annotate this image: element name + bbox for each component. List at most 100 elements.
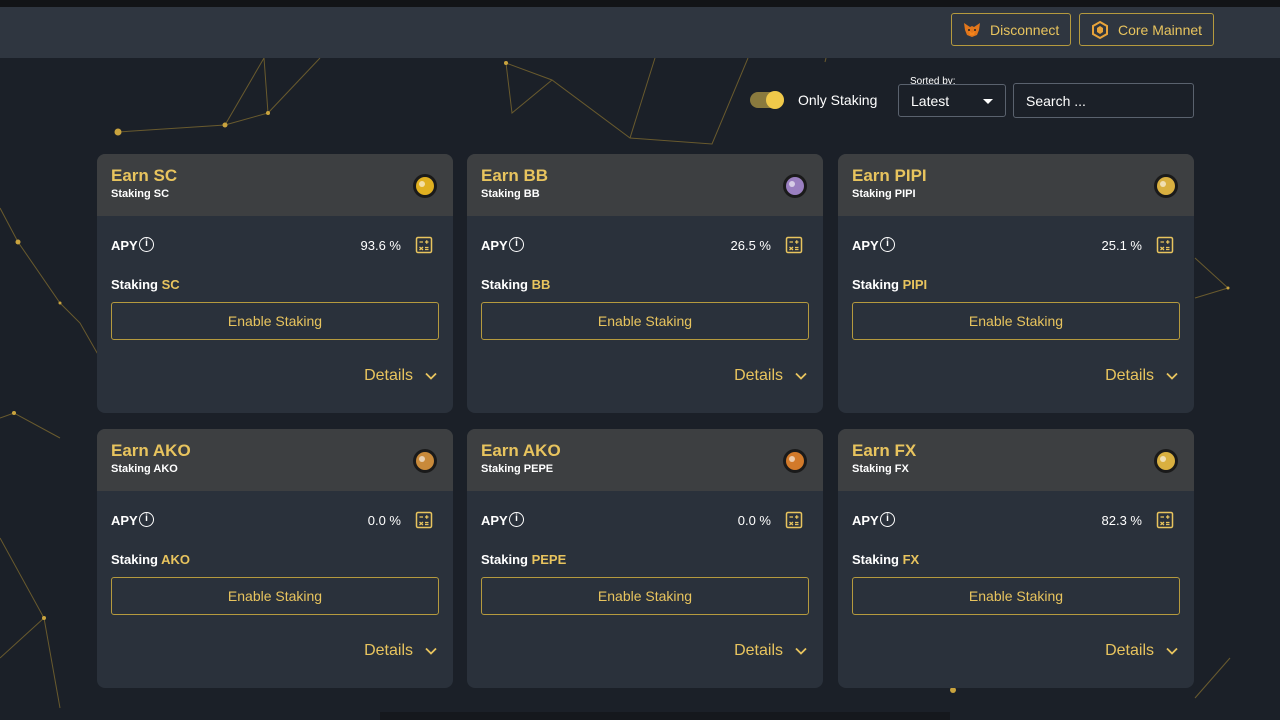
card-title: Earn BB [481,166,549,185]
only-staking-label: Only Staking [798,92,878,108]
calculator-icon[interactable] [415,511,433,529]
enable-staking-button[interactable]: Enable Staking [111,577,439,615]
staking-token-row: Staking BB [481,277,550,292]
ako-token-icon [413,449,437,473]
calculator-icon[interactable] [785,236,803,254]
staking-token: BB [531,277,551,292]
enable-staking-button[interactable]: Enable Staking [852,302,1180,340]
details-label: Details [364,367,413,384]
details-label: Details [1105,642,1154,659]
apy-value: 82.3 % [1101,513,1142,528]
chevron-down-icon [795,647,807,655]
core-network-icon [1092,20,1108,39]
card-title: Earn AKO [111,441,191,460]
details-toggle[interactable]: Details [364,367,437,385]
calculator-icon[interactable] [415,236,433,254]
info-icon[interactable]: i [139,237,154,252]
card-title: Earn SC [111,166,178,185]
chevron-down-icon [1166,647,1178,655]
info-icon[interactable]: i [509,512,524,527]
enable-staking-button[interactable]: Enable Staking [481,302,809,340]
search-input[interactable]: Search ... [1013,83,1194,118]
details-label: Details [734,642,783,659]
disconnect-button[interactable]: Disconnect [951,13,1071,46]
card-subtitle: Staking FX [852,463,909,475]
sort-value: Latest [911,92,950,109]
card-title: Earn AKO [481,441,561,460]
card-title: Earn FX [852,441,917,460]
caret-down-icon [983,99,993,104]
card-subtitle: Staking AKO [111,463,178,475]
details-label: Details [364,642,413,659]
details-toggle[interactable]: Details [1105,367,1178,385]
pool-card: Earn SC Staking SC APY i 93.6 % Staking … [97,154,453,413]
enable-staking-button[interactable]: Enable Staking [481,577,809,615]
staking-token-row: Staking PEPE [481,552,566,567]
bb-token-icon [783,174,807,198]
apy-value: 25.1 % [1101,238,1142,253]
enable-staking-button[interactable]: Enable Staking [111,302,439,340]
card-subtitle: Staking PEPE [481,463,554,475]
pipi-token-icon [1154,174,1178,198]
staking-prefix: Staking [852,277,899,292]
details-label: Details [1105,367,1154,384]
staking-prefix: Staking [111,277,158,292]
metamask-fox-icon [964,22,980,37]
info-icon[interactable]: i [880,512,895,527]
staking-token: PIPI [902,277,928,292]
chevron-down-icon [795,372,807,380]
apy-row: APY i 82.3 % [852,511,1174,531]
pool-card: Earn AKO Staking AKO APY i 0.0 % Staking… [97,429,453,688]
sort-select[interactable]: Latest [898,84,1006,117]
pepe-token-icon [783,449,807,473]
card-header: Earn FX Staking FX [838,429,1194,491]
toggle-knob [766,91,784,109]
pool-card: Earn PIPI Staking PIPI APY i 25.1 % Stak… [838,154,1194,413]
details-toggle[interactable]: Details [734,367,807,385]
staking-token-row: Staking PIPI [852,277,927,292]
apy-row: APY i 25.1 % [852,236,1174,256]
chevron-down-icon [425,372,437,380]
calculator-icon[interactable] [1156,511,1174,529]
apy-value: 0.0 % [367,513,401,528]
card-header: Earn BB Staking BB [467,154,823,216]
staking-token-row: Staking SC [111,277,180,292]
apy-value: 0.0 % [737,513,771,528]
apy-label: APY [852,238,879,253]
top-strip [0,0,1280,7]
enable-staking-button[interactable]: Enable Staking [852,577,1180,615]
sc-token-icon [413,174,437,198]
apy-label: APY [111,513,138,528]
network-label: Core Mainnet [1118,21,1203,38]
apy-value: 26.5 % [730,238,771,253]
card-header: Earn AKO Staking AKO [97,429,453,491]
calculator-icon[interactable] [1156,236,1174,254]
apy-label: APY [852,513,879,528]
card-header: Earn SC Staking SC [97,154,453,216]
info-icon[interactable]: i [880,237,895,252]
bottom-bar [380,712,950,720]
staking-prefix: Staking [111,552,158,567]
apy-label: APY [111,238,138,253]
fx-token-icon [1154,449,1178,473]
only-staking-toggle[interactable] [750,91,784,109]
search-placeholder: Search ... [1026,92,1086,109]
info-icon[interactable]: i [139,512,154,527]
staking-prefix: Staking [481,277,528,292]
staking-prefix: Staking [481,552,528,567]
details-label: Details [734,367,783,384]
disconnect-label: Disconnect [990,21,1060,38]
card-subtitle: Staking SC [111,188,170,200]
details-toggle[interactable]: Details [1105,642,1178,660]
network-button[interactable]: Core Mainnet [1079,13,1214,46]
apy-label: APY [481,513,508,528]
staking-token-row: Staking AKO [111,552,190,567]
card-subtitle: Staking BB [481,188,540,200]
details-toggle[interactable]: Details [734,642,807,660]
apy-label: APY [481,238,508,253]
calculator-icon[interactable] [785,511,803,529]
staking-token: PEPE [531,552,567,567]
details-toggle[interactable]: Details [364,642,437,660]
info-icon[interactable]: i [509,237,524,252]
apy-row: APY i 0.0 % [481,511,803,531]
